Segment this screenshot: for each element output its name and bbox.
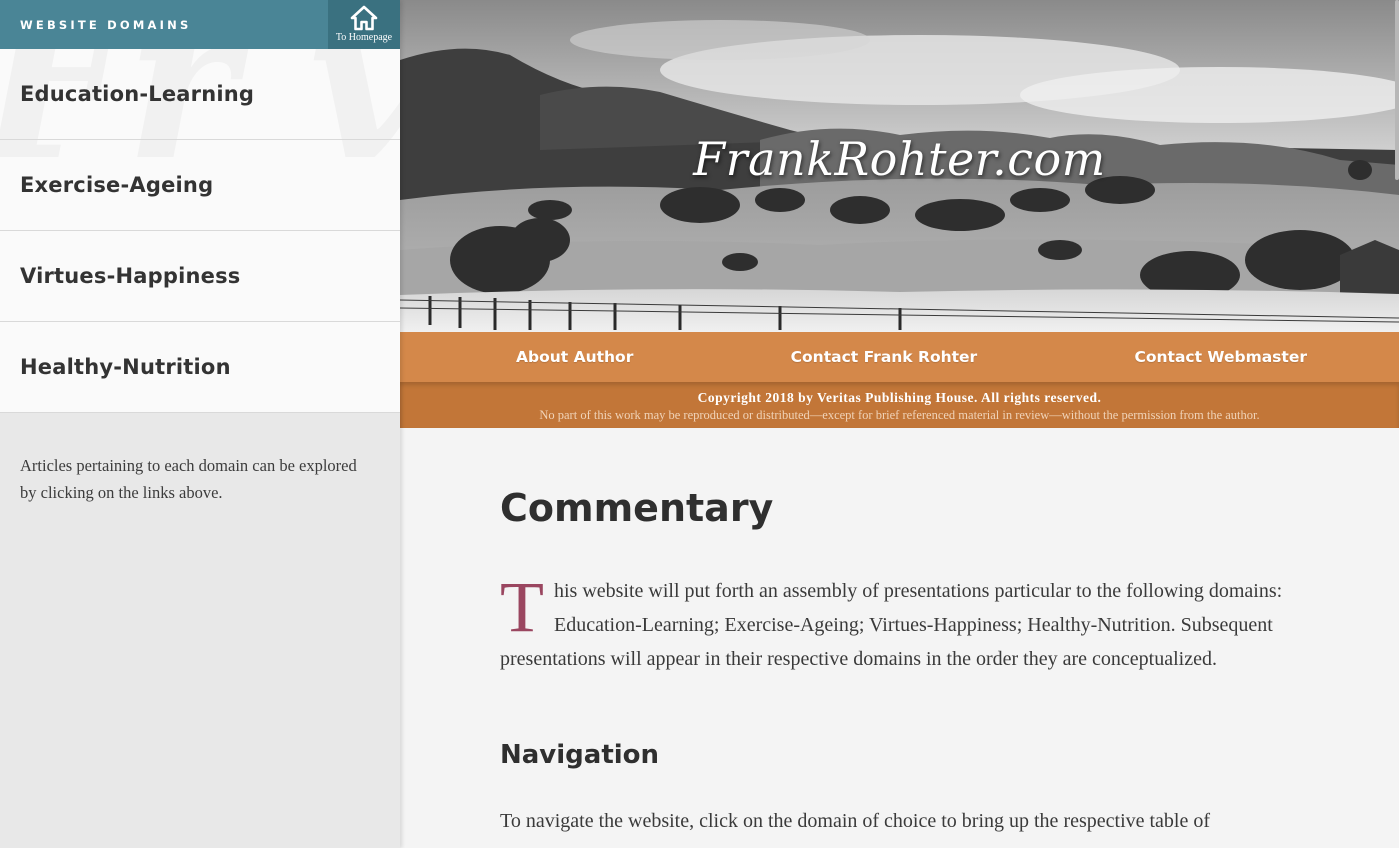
domain-link-label: Education-Learning: [20, 82, 255, 106]
top-nav: About Author Contact Frank Rohter Contac…: [400, 332, 1399, 382]
domain-list: Fr ve Education-Learning Exercise-Ageing…: [0, 49, 400, 413]
sidebar-title: WEBSITE DOMAINS: [20, 17, 192, 32]
homepage-label: To Homepage: [335, 32, 393, 43]
domain-link-education-learning[interactable]: Education-Learning: [0, 49, 400, 140]
navigation-paragraph: To navigate the website, click on the do…: [500, 810, 1211, 832]
domain-link-label: Exercise-Ageing: [20, 173, 214, 197]
page-title: Commentary: [500, 486, 774, 530]
intro-paragraph: T his website will put forth an assembly…: [500, 567, 1299, 676]
sidebar: WEBSITE DOMAINS To Homepage Fr ve Educat…: [0, 0, 400, 848]
domain-link-label: Virtues-Happiness: [20, 264, 241, 288]
homepage-button[interactable]: To Homepage: [328, 0, 400, 49]
site-title: FrankRohter.com: [693, 132, 1106, 186]
intro-text: his website will put forth an assembly o…: [500, 580, 1283, 670]
sidebar-header: WEBSITE DOMAINS To Homepage: [0, 0, 400, 49]
domain-link-exercise-ageing[interactable]: Exercise-Ageing: [0, 140, 400, 231]
domain-link-label: Healthy-Nutrition: [20, 355, 231, 379]
navigation-heading: Navigation: [500, 740, 660, 770]
nav-contact-webmaster[interactable]: Contact Webmaster: [1135, 348, 1307, 366]
copyright-notice: No part of this work may be reproduced o…: [539, 408, 1260, 422]
domain-link-virtues-happiness[interactable]: Virtues-Happiness: [0, 231, 400, 322]
home-icon: [350, 5, 378, 31]
article: Commentary T his website will put forth …: [400, 428, 1399, 838]
main-content: FrankRohter.com About Author Contact Fra…: [400, 0, 1399, 848]
domain-link-healthy-nutrition[interactable]: Healthy-Nutrition: [0, 322, 400, 413]
drop-cap: T: [500, 567, 544, 647]
nav-contact-frank-rohter[interactable]: Contact Frank Rohter: [791, 348, 978, 366]
hero-banner: FrankRohter.com: [400, 0, 1399, 332]
scrollbar[interactable]: [1395, 0, 1399, 180]
copyright-bar: Copyright 2018 by Veritas Publishing Hou…: [400, 382, 1399, 428]
nav-about-author[interactable]: About Author: [516, 348, 633, 366]
copyright-text: Copyright 2018 by Veritas Publishing Hou…: [697, 390, 1102, 405]
sidebar-note: Articles pertaining to each domain can b…: [20, 455, 357, 502]
